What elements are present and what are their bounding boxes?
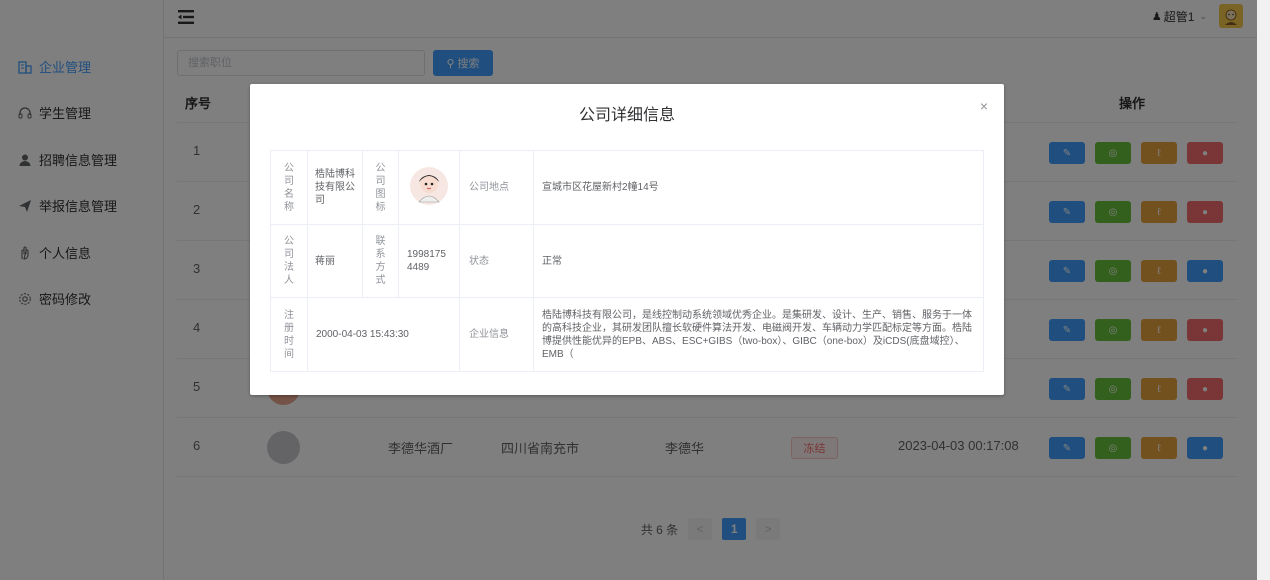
company-detail-dialog: 公司详细信息 × 公司名称 梏陆博科技有限公司 公司图标 公司地点 宣城市区花屋… xyxy=(250,84,1004,395)
scrollbar[interactable] xyxy=(1257,0,1270,580)
value-company-logo xyxy=(398,150,460,225)
label-company-logo: 公司图标 xyxy=(362,150,399,225)
label-company-name: 公司名称 xyxy=(270,150,308,225)
company-logo xyxy=(410,167,448,205)
label-legal-person: 公司法人 xyxy=(270,224,308,298)
value-location: 宣城市区花屋新村2幢14号 xyxy=(533,150,984,225)
value-reg-time: 2000-04-03 15:43:30 xyxy=(307,297,460,372)
value-legal-person: 蒋丽 xyxy=(307,224,363,298)
dialog-title: 公司详细信息 xyxy=(578,107,675,124)
label-contact: 联系方式 xyxy=(362,224,399,298)
label-info: 企业信息 xyxy=(459,297,534,372)
label-status: 状态 xyxy=(459,224,534,298)
value-info: 梏陆博科技有限公司，是线控制动系统领域优秀企业。是集研发、设计、生产、销售、服务… xyxy=(533,297,984,372)
detail-table: 公司名称 梏陆博科技有限公司 公司图标 公司地点 宣城市区花屋新村2幢14号 公… xyxy=(270,150,984,372)
close-icon[interactable]: × xyxy=(980,98,988,114)
label-location: 公司地点 xyxy=(459,150,534,225)
value-company-name: 梏陆博科技有限公司 xyxy=(307,150,363,225)
value-contact: 19981754489 xyxy=(398,224,460,298)
label-reg-time: 注册时间 xyxy=(270,297,308,372)
value-status: 正常 xyxy=(533,224,984,298)
